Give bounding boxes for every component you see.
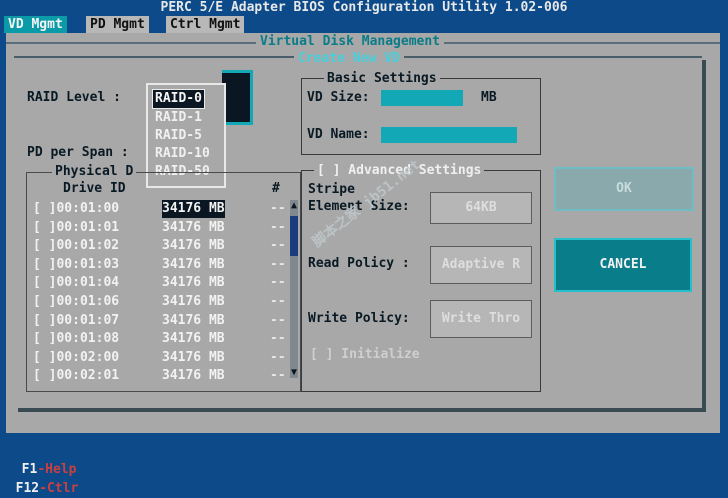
frame-title: Virtual Disk Management xyxy=(256,34,445,49)
f12-desc: -Ctlr xyxy=(39,481,79,496)
f12-key: F12 xyxy=(15,481,40,496)
basic-settings-title: Basic Settings xyxy=(324,71,440,87)
window-title: PERC 5/E Adapter BIOS Configuration Util… xyxy=(0,0,728,16)
drive-row-id[interactable]: [ ]00:01:04 xyxy=(33,274,119,292)
drive-row-id[interactable]: [ ]00:02:01 xyxy=(33,367,119,385)
drive-row-id[interactable]: [ ]00:01:08 xyxy=(33,330,119,348)
raid-option-0[interactable]: RAID-0 xyxy=(152,89,205,109)
drive-row-id[interactable]: [ ]00:02:00 xyxy=(33,349,119,367)
cancel-button[interactable]: CANCEL xyxy=(554,238,692,292)
drive-row-id[interactable]: [ ]00:01:06 xyxy=(33,293,119,311)
write-policy-label: Write Policy: xyxy=(308,311,410,326)
scroll-down-icon[interactable]: ▼ xyxy=(290,367,298,379)
menu-ctrl-mgmt[interactable]: Ctrl Mgmt xyxy=(166,16,245,33)
drive-row-size: 34176 MB xyxy=(162,257,225,272)
drive-row-size: 34176 MB xyxy=(162,331,225,346)
dialog-title: Create New VD xyxy=(294,51,404,66)
raid-level-label: RAID Level : xyxy=(27,90,121,105)
drive-row-hash: -- xyxy=(270,350,286,365)
physical-disks-title: Physical D xyxy=(52,164,137,180)
raid-option-10[interactable]: RAID-10 xyxy=(153,145,212,163)
f1-key: F1 xyxy=(21,462,38,477)
scroll-up-icon[interactable]: ▲ xyxy=(290,200,298,212)
drive-row-hash: -- xyxy=(270,220,286,235)
vd-size-input[interactable] xyxy=(381,90,463,106)
drive-row-hash: -- xyxy=(270,368,286,383)
drive-list-scroll-thumb[interactable] xyxy=(290,216,298,256)
menu-vd-mgmt[interactable]: VD Mgmt xyxy=(4,16,67,33)
drive-row-id[interactable]: [ ]00:01:03 xyxy=(33,256,119,274)
drive-row-hash: -- xyxy=(270,275,286,290)
raid-option-5[interactable]: RAID-5 xyxy=(153,127,204,145)
drive-row-hash: -- xyxy=(270,201,286,216)
drive-row-hash: -- xyxy=(270,238,286,253)
drive-row-hash: -- xyxy=(270,257,286,272)
ok-button[interactable]: OK xyxy=(554,167,694,211)
drive-row-size: 34176 MB xyxy=(162,200,225,218)
vd-name-label: VD Name: xyxy=(307,127,370,142)
status-bar: F1-Help F12-Ctlr xyxy=(0,441,728,496)
raid-option-1[interactable]: RAID-1 xyxy=(153,109,204,127)
drive-row-hash: -- xyxy=(270,331,286,346)
vd-name-input[interactable] xyxy=(381,127,517,143)
drive-id-header: Drive ID xyxy=(63,181,126,196)
stripe-size-field[interactable]: 64KB xyxy=(430,192,532,224)
stripe-label: Stripe xyxy=(308,182,355,197)
drive-row-id[interactable]: [ ]00:01:07 xyxy=(33,312,119,330)
drive-row-size: 34176 MB xyxy=(162,313,225,328)
drive-row-id[interactable]: [ ]00:01:02 xyxy=(33,237,119,255)
drive-row-size: 34176 MB xyxy=(162,220,225,235)
drive-row-size: 34176 MB xyxy=(162,275,225,290)
read-policy-label: Read Policy : xyxy=(308,256,410,271)
drive-row-id[interactable]: [ ]00:01:00 xyxy=(33,200,119,218)
menu-pd-mgmt[interactable]: PD Mgmt xyxy=(86,16,149,33)
drive-row-hash: -- xyxy=(270,313,286,328)
drive-row-size: 34176 MB xyxy=(162,350,225,365)
read-policy-field[interactable]: Adaptive R xyxy=(430,246,532,284)
vd-size-unit: MB xyxy=(481,90,497,105)
drive-row-id[interactable]: [ ]00:01:01 xyxy=(33,219,119,237)
drive-row-hash: -- xyxy=(270,294,286,309)
drive-row-size: 34176 MB xyxy=(162,294,225,309)
hash-header: # xyxy=(272,181,280,196)
menu-bar: VD Mgmt PD Mgmt Ctrl Mgmt xyxy=(0,16,728,33)
drive-row-size: 34176 MB xyxy=(162,238,225,253)
drive-row-size: 34176 MB xyxy=(162,368,225,383)
pd-per-span-label: PD per Span : xyxy=(27,145,129,160)
write-policy-field[interactable]: Write Thro xyxy=(430,300,532,338)
vd-size-label: VD Size: xyxy=(307,90,370,105)
f1-desc: -Help xyxy=(37,462,77,477)
initialize-checkbox[interactable]: [ ] Initialize xyxy=(310,347,420,363)
raid-level-field[interactable] xyxy=(222,70,253,125)
